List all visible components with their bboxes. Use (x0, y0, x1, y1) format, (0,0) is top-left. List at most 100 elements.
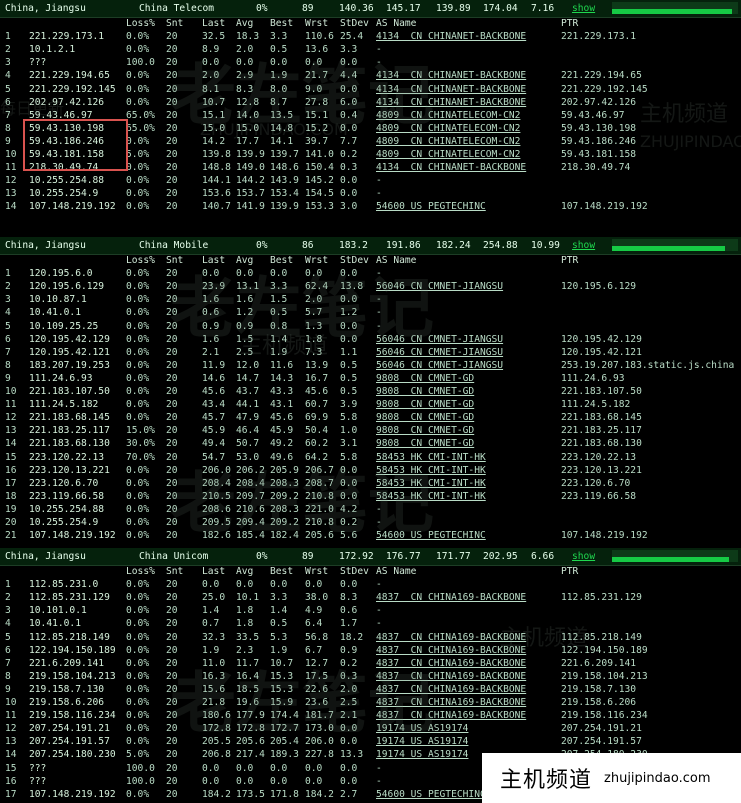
hop-best: 0.0 (270, 762, 288, 774)
hop-ip: ??? (29, 57, 47, 69)
hop-last: 139.8 (202, 149, 231, 160)
hop-row: 14 107.148.219.192 0.0% 20 140.7 141.9 139.9 15… (0, 200, 741, 213)
hop-as[interactable]: 9808 CN CMNET-GD (376, 437, 474, 450)
hop-ptr: 219.158.7.130 (561, 683, 637, 695)
hop-hop: 19 (5, 503, 17, 515)
latency-bar-fill (612, 9, 732, 14)
region-label: China, Jiangsu (5, 240, 86, 251)
hop-loss: 0.0% (126, 579, 150, 591)
hop-row: 1 112.85.231.0 0.0% 20 0.0 0.0 0.0 0.0 0.0 - (0, 578, 741, 591)
hop-ptr: 219.158.6.206 (561, 697, 637, 708)
hop-hop: 2 (5, 592, 11, 604)
hop-snt: 20 (166, 386, 178, 397)
hop-hop: 11 (5, 710, 17, 722)
hop-loss: 0.0% (126, 333, 150, 345)
summary-last: 140.36 (339, 3, 374, 14)
hop-snt: 20 (166, 188, 178, 200)
hop-avg: 1.8 (236, 618, 254, 630)
hop-stdev: 0.2 (340, 149, 358, 160)
show-link[interactable]: show (572, 551, 595, 562)
hop-hop: 4 (5, 307, 11, 319)
hop-stdev: 0.0 (340, 579, 358, 591)
hop-snt: 20 (166, 631, 178, 643)
hop-last: 0.7 (202, 618, 220, 630)
column-header-avg: Avg (236, 566, 254, 577)
column-header-best: Best (270, 566, 294, 577)
hop-stdev: 1.0 (340, 425, 358, 437)
hop-best: 0.0 (270, 579, 288, 591)
hop-hop: 7 (5, 657, 11, 669)
hop-as[interactable]: 19174 US AS19174 (376, 748, 468, 761)
hop-hop: 2 (5, 44, 11, 56)
hop-hop: 6 (5, 644, 11, 656)
hop-as[interactable]: 56046 CN CMNET-JIANGSU (376, 359, 503, 372)
hop-as[interactable]: 9808 CN CMNET-GD (376, 411, 474, 424)
hop-loss: 65.0% (126, 109, 155, 121)
hop-last: 144.1 (202, 175, 231, 187)
hop-hop: 17 (5, 477, 17, 489)
hop-as[interactable]: 4837 CN CHINA169-BACKBONE (376, 591, 526, 604)
hop-hop: 16 (5, 464, 17, 476)
hop-ptr: 120.195.6.129 (561, 281, 637, 293)
hop-hop: 1 (5, 268, 11, 280)
hop-last: 0.0 (202, 579, 220, 591)
hop-hop: 3 (5, 294, 11, 306)
hop-wrst: 0.0 (305, 579, 323, 591)
hop-loss: 0.0% (126, 670, 150, 682)
hop-loss: 100.0 (126, 762, 155, 774)
hop-loss: 0.0% (126, 294, 150, 306)
hop-snt: 20 (166, 579, 178, 591)
hop-hop: 9 (5, 372, 11, 384)
hop-loss: 0.0% (126, 517, 150, 528)
hop-hop: 11 (5, 162, 17, 174)
hop-as[interactable]: 9808 CN CMNET-GD (376, 372, 474, 385)
show-link[interactable]: show (572, 3, 595, 14)
hop-as[interactable]: 54600 US PEGTECHINC (376, 788, 486, 801)
hop-ptr: 207.254.191.21 (561, 723, 642, 735)
hop-avg: 43.7 (236, 386, 260, 397)
hop-avg: 46.4 (236, 425, 260, 437)
hop-as[interactable]: 4809 CN CHINATELECOM-CN2 (376, 148, 520, 161)
hop-avg: 0.0 (236, 579, 254, 591)
column-header-stdev: StDev (340, 566, 369, 577)
hop-row: 3 10.101.0.1 0.0% 20 1.4 1.8 1.4 4.9 0.6 - (0, 604, 741, 617)
isp-label: China Unicom (139, 551, 209, 562)
hop-loss: 70.0% (126, 451, 155, 463)
hop-snt: 20 (166, 412, 178, 424)
hop-ptr: 221.183.25.117 (561, 425, 642, 437)
hop-wrst: 227.8 (305, 749, 334, 761)
hop-stdev: 0.0 (340, 775, 358, 787)
hop-loss: 0.0% (126, 346, 150, 358)
hop-stdev: 0.3 (340, 162, 358, 174)
hop-hop: 13 (5, 188, 17, 200)
hop-hop: 8 (5, 359, 11, 371)
hop-last: 184.2 (202, 788, 231, 800)
hop-as[interactable]: 4134 CN CHINANET-BACKBONE (376, 161, 526, 174)
hop-ptr: 107.148.219.192 (561, 530, 648, 542)
summary-last: 172.92 (339, 551, 374, 562)
hop-as[interactable]: 54600 US PEGTECHINC (376, 200, 486, 213)
hop-last: 148.8 (202, 162, 231, 174)
watermark-site: 主机频道 (240, 334, 329, 359)
hop-avg: 33.5 (236, 631, 260, 643)
hop-best: 49.2 (270, 438, 294, 450)
hop-avg: 0.0 (236, 762, 254, 774)
hop-ptr: 221.229.173.1 (561, 31, 637, 43)
hop-stdev: 1.7 (340, 618, 358, 630)
hop-as[interactable]: 9808 CN CMNET-GD (376, 424, 474, 437)
hop-avg: 0.0 (236, 775, 254, 787)
hop-wrst: 184.2 (305, 788, 334, 800)
hop-as[interactable]: 9808 CN CMNET-GD (376, 398, 474, 411)
show-link[interactable]: show (572, 240, 595, 251)
hop-ptr: 107.148.219.192 (561, 201, 648, 213)
column-header-row: Loss% Snt Last Avg Best Wrst StDev AS Name PTR (0, 565, 741, 578)
hop-best: 148.6 (270, 162, 299, 174)
hop-snt: 20 (166, 149, 178, 160)
hop-ip: 107.148.219.192 (29, 201, 116, 213)
hop-ip: 219.158.6.206 (29, 697, 105, 708)
hop-wrst: 38.0 (305, 592, 329, 604)
column-header-avg: Avg (236, 18, 254, 29)
hop-as[interactable]: 9808 CN CMNET-GD (376, 385, 474, 398)
hop-loss: 0.0% (126, 175, 150, 187)
hop-loss: 0.0% (126, 631, 150, 643)
